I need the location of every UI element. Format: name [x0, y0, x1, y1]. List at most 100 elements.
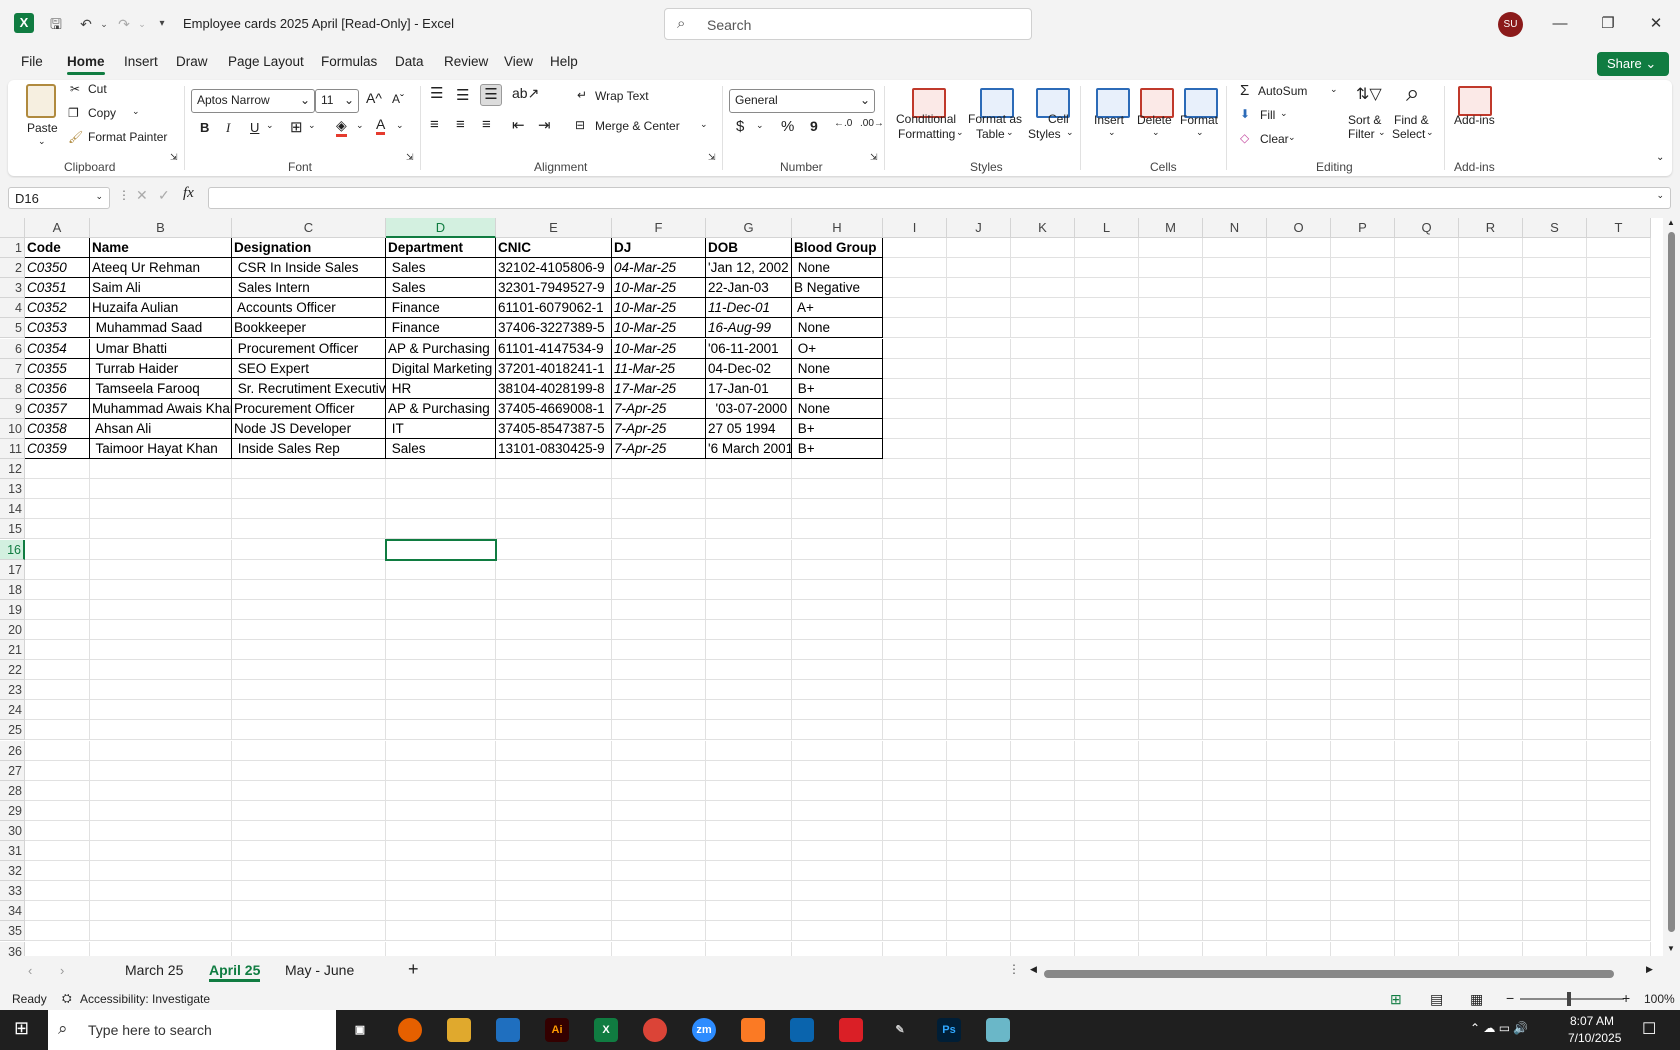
- cell[interactable]: [1011, 780, 1075, 801]
- cell[interactable]: [1459, 660, 1523, 681]
- cell[interactable]: [947, 459, 1011, 480]
- autosum-icon[interactable]: Σ: [1240, 82, 1249, 99]
- cell[interactable]: [883, 921, 947, 942]
- cell[interactable]: [1395, 740, 1459, 761]
- cell[interactable]: [947, 398, 1011, 419]
- cell[interactable]: [25, 619, 90, 640]
- cell[interactable]: [1203, 841, 1267, 861]
- cell[interactable]: [1203, 780, 1267, 801]
- orientation-icon[interactable]: ab↗: [512, 85, 539, 102]
- cell[interactable]: [386, 499, 496, 520]
- row-header[interactable]: 15: [0, 519, 25, 540]
- cell[interactable]: [1587, 780, 1651, 801]
- row-header[interactable]: 19: [0, 599, 25, 620]
- row-header[interactable]: 28: [0, 780, 25, 801]
- scroll-down-icon[interactable]: ▼: [1667, 944, 1675, 953]
- clock-time[interactable]: 8:07 AM: [1570, 1014, 1614, 1028]
- cell[interactable]: [1203, 800, 1267, 821]
- cell[interactable]: [232, 499, 386, 520]
- cell[interactable]: [947, 599, 1011, 620]
- zoom-out-icon[interactable]: −: [1506, 990, 1514, 1006]
- cell[interactable]: [496, 921, 612, 942]
- row-header[interactable]: 18: [0, 579, 25, 600]
- next-sheet-icon[interactable]: ›: [60, 963, 64, 978]
- cell[interactable]: [883, 398, 947, 419]
- cell[interactable]: [1267, 740, 1331, 761]
- table-cell[interactable]: 7-Apr-25: [612, 439, 706, 459]
- cell[interactable]: [1075, 740, 1139, 761]
- cell[interactable]: [1459, 238, 1523, 258]
- cell[interactable]: [1523, 640, 1587, 660]
- cell[interactable]: [612, 660, 706, 681]
- row-header[interactable]: 17: [0, 559, 25, 580]
- merge-center-button[interactable]: Merge & Center: [595, 119, 680, 133]
- cell[interactable]: [496, 640, 612, 660]
- cell[interactable]: [792, 820, 883, 841]
- row-header[interactable]: 12: [0, 459, 25, 480]
- cell[interactable]: [706, 539, 792, 560]
- cell[interactable]: [1203, 278, 1267, 299]
- cell[interactable]: [1587, 640, 1651, 660]
- paste-icon[interactable]: [26, 84, 56, 118]
- cell[interactable]: [1203, 921, 1267, 942]
- outlook-icon[interactable]: [790, 1018, 814, 1042]
- cell[interactable]: [1267, 640, 1331, 660]
- cell[interactable]: [706, 599, 792, 620]
- cell[interactable]: [1331, 720, 1395, 741]
- cell[interactable]: [1459, 921, 1523, 942]
- find-select-label-2[interactable]: Select: [1392, 127, 1425, 141]
- column-header[interactable]: P: [1331, 218, 1395, 238]
- cell[interactable]: [1459, 398, 1523, 419]
- cell[interactable]: [386, 841, 496, 861]
- cell[interactable]: [386, 780, 496, 801]
- cell[interactable]: [947, 820, 1011, 841]
- table-cell[interactable]: Digital Marketing: [386, 358, 496, 379]
- cell[interactable]: [232, 680, 386, 701]
- cell[interactable]: [1523, 881, 1587, 902]
- column-header[interactable]: F: [612, 218, 706, 238]
- cell[interactable]: [496, 499, 612, 520]
- delete-cells-dropdown-icon[interactable]: ⌄: [1152, 127, 1160, 138]
- cell[interactable]: [25, 881, 90, 902]
- cell[interactable]: [947, 479, 1011, 500]
- cell[interactable]: [90, 901, 232, 922]
- cell[interactable]: [883, 740, 947, 761]
- cell[interactable]: [1011, 861, 1075, 882]
- cell[interactable]: [1267, 418, 1331, 439]
- cell[interactable]: [947, 780, 1011, 801]
- cell[interactable]: [1011, 439, 1075, 459]
- save-icon[interactable]: 🖫: [46, 14, 66, 34]
- cell[interactable]: [1395, 720, 1459, 741]
- undo-icon[interactable]: ↶: [76, 14, 96, 34]
- cell[interactable]: [1395, 680, 1459, 701]
- cell[interactable]: [1203, 700, 1267, 721]
- cell[interactable]: [1011, 760, 1075, 781]
- cell[interactable]: [1587, 479, 1651, 500]
- tab-view[interactable]: View: [504, 54, 533, 69]
- copy-icon[interactable]: ❐: [68, 106, 79, 120]
- formula-input[interactable]: ⌄: [208, 187, 1671, 209]
- cell[interactable]: [1459, 278, 1523, 299]
- tab-formulas[interactable]: Formulas: [321, 54, 377, 69]
- cell[interactable]: [947, 258, 1011, 279]
- table-cell[interactable]: B Negative: [792, 278, 883, 299]
- cell[interactable]: [1203, 298, 1267, 319]
- cell[interactable]: [1331, 740, 1395, 761]
- cell[interactable]: [25, 921, 90, 942]
- cell[interactable]: [706, 640, 792, 660]
- cell[interactable]: [1587, 599, 1651, 620]
- more-sheets-icon[interactable]: ⋮: [1008, 962, 1020, 976]
- table-cell[interactable]: Saim Ali: [90, 278, 232, 299]
- row-header[interactable]: 25: [0, 720, 25, 741]
- add-ins-icon[interactable]: [1458, 86, 1492, 116]
- column-header[interactable]: Q: [1395, 218, 1459, 238]
- cell[interactable]: [1395, 398, 1459, 419]
- table-cell[interactable]: B+: [792, 378, 883, 399]
- cell[interactable]: [1587, 439, 1651, 459]
- cell[interactable]: [90, 700, 232, 721]
- underline-button[interactable]: U: [250, 120, 259, 135]
- cell[interactable]: [386, 881, 496, 902]
- cell[interactable]: [1331, 579, 1395, 600]
- bold-button[interactable]: B: [200, 120, 209, 135]
- confirm-entry-icon[interactable]: ✓: [158, 187, 170, 204]
